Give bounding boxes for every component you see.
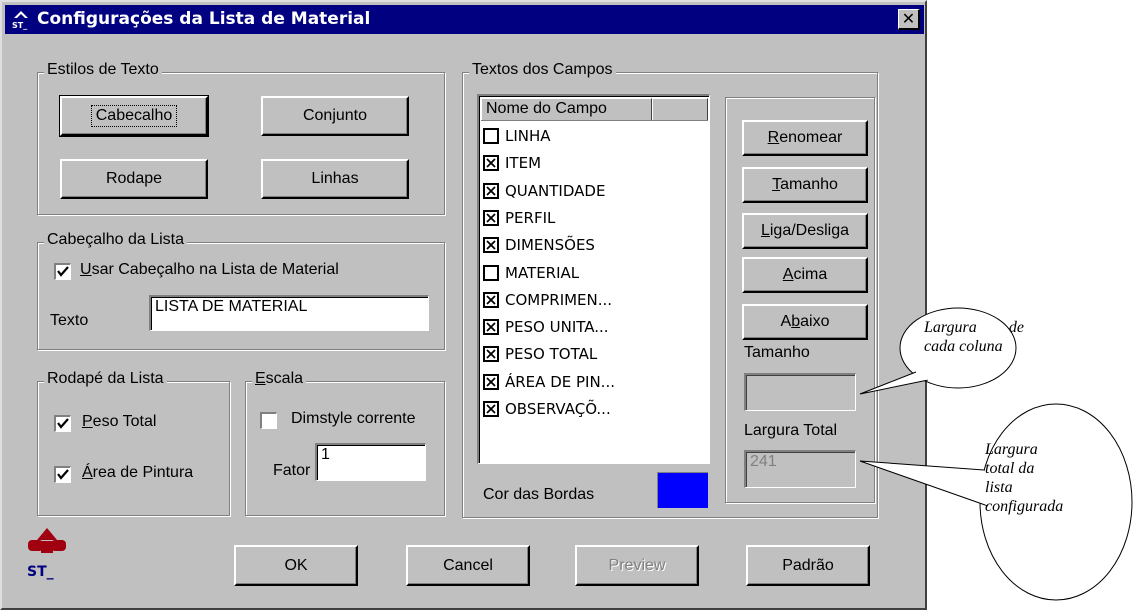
field-list-item[interactable]: PERFIL [483,208,703,230]
total-weight-label[interactable]: Peso Total [82,413,156,431]
checked-box-icon[interactable] [483,319,499,336]
text-styles-label: Estilos de Texto [44,61,162,79]
list-header: Nome do Campo [481,98,708,121]
factor-input[interactable]: 1 [315,443,426,481]
checked-box-icon[interactable] [483,346,499,363]
checked-box-icon[interactable] [483,182,499,199]
checked-box-icon[interactable] [483,155,499,172]
dimstyle-label[interactable]: Dimstyle corrente [291,410,415,428]
field-list-item-label: PESO UNITA... [505,318,609,337]
text-field-label: Texto [50,312,89,329]
field-list-item-label: COMPRIMEN... [505,290,613,309]
close-button[interactable]: ✕ [898,9,920,30]
check-icon [57,418,69,429]
column-header-field-name[interactable]: Nome do Campo [481,98,652,120]
field-list-item[interactable]: OBSERVAÇÕ... [483,399,703,421]
dimstyle-checkbox[interactable] [260,412,277,429]
total-weight-checkbox[interactable] [54,415,71,432]
toggle-button[interactable]: Liga/Desliga [742,213,868,249]
check-icon [57,266,69,277]
field-list-item-label: ÁREA DE PIN... [505,372,615,391]
window-title: Configurações da Lista de Material [37,9,371,29]
border-color-swatch[interactable] [657,472,708,508]
list-footer-group: Rodapé da Lista [37,370,230,516]
list-header-label: Cabeçalho da Lista [44,231,187,249]
field-list-item-label: LINHA [505,127,551,145]
field-list-item-label: MATERIAL [505,263,580,282]
total-width-label: Largura Total [744,422,838,439]
assembly-style-button[interactable]: Conjunto [261,96,409,136]
checked-box-icon[interactable] [483,237,499,254]
app-icon: ST_ [12,11,28,30]
preview-button[interactable]: Preview [575,545,699,586]
field-list-item[interactable]: ÁREA DE PIN... [483,372,703,394]
title-bar[interactable]: ST_ Configurações da Lista de Material ✕ [5,5,924,34]
unchecked-box-icon[interactable] [483,128,499,144]
checked-box-icon[interactable] [483,401,499,417]
ok-button[interactable]: OK [234,545,358,586]
use-header-checkbox[interactable] [54,263,71,280]
field-texts-label: Textos dos Campos [469,61,616,79]
field-list-item-label: QUANTIDADE [505,181,606,200]
header-style-button[interactable]: Cabecalho [59,95,209,137]
check-icon [57,469,69,480]
field-list-item[interactable]: ITEM [483,153,703,175]
paint-area-checkbox[interactable] [54,466,71,483]
field-list-item-label: PERFIL [505,208,556,227]
size-label: Tamanho [744,344,810,361]
rename-button[interactable]: Renomear [742,120,868,156]
move-up-button[interactable]: Acima [742,257,868,293]
lines-style-button[interactable]: Linhas [261,159,409,199]
checked-box-icon[interactable] [483,209,499,226]
header-text-input[interactable]: LISTA DE MATERIAL [149,295,429,331]
st-logo: ST_ [27,528,66,580]
checked-box-icon[interactable] [483,291,499,308]
field-list-item-label: ITEM [505,154,542,173]
svg-text:ST_: ST_ [12,21,27,30]
factor-label: Fator [273,462,311,479]
footer-style-button[interactable]: Rodape [60,159,208,199]
list-footer-label: Rodapé da Lista [44,370,167,388]
close-icon: ✕ [901,9,916,28]
field-list-item[interactable]: COMPRIMEN... [483,290,703,312]
scale-label: Escala [252,370,307,388]
unchecked-box-icon[interactable] [483,264,499,281]
use-header-label[interactable]: Usar Cabeçalho na Lista de Material [80,261,339,279]
checked-box-icon[interactable] [483,373,499,390]
svg-text:ST_: ST_ [27,564,54,580]
field-list-item[interactable]: MATERIAL [483,263,703,285]
fields-listbox[interactable]: Nome do Campo LINHA ITEM QUANTIDADE PERFIL D… [477,94,710,464]
column-header-extra[interactable] [652,98,708,120]
field-list-item[interactable]: PESO UNITA... [483,317,703,339]
border-color-label: Cor das Bordas [483,486,595,503]
field-list-item[interactable]: LINHA [483,126,703,148]
field-list-item[interactable]: DIMENSÕES [483,235,703,257]
field-list-item[interactable]: PESO TOTAL [483,344,703,366]
field-list-item-label: DIMENSÕES [505,236,595,255]
field-list-item[interactable]: QUANTIDADE [483,181,703,203]
column-width-callout-text: Largura de cada coluna [924,319,1024,355]
total-width-callout-text: Largura total da lista configurada [985,441,1064,515]
total-width-input: 241 [744,450,856,488]
material-list-settings-dialog: ST_ Configurações da Lista de Material ✕… [0,0,927,610]
field-list-item-label: OBSERVAÇÕ... [505,400,611,418]
cancel-button[interactable]: Cancel [406,545,530,586]
paint-area-label[interactable]: Área de Pintura [82,464,193,482]
field-list-item-label: PESO TOTAL [505,345,598,364]
size-input [744,373,856,411]
size-button[interactable]: Tamanho [742,167,868,203]
